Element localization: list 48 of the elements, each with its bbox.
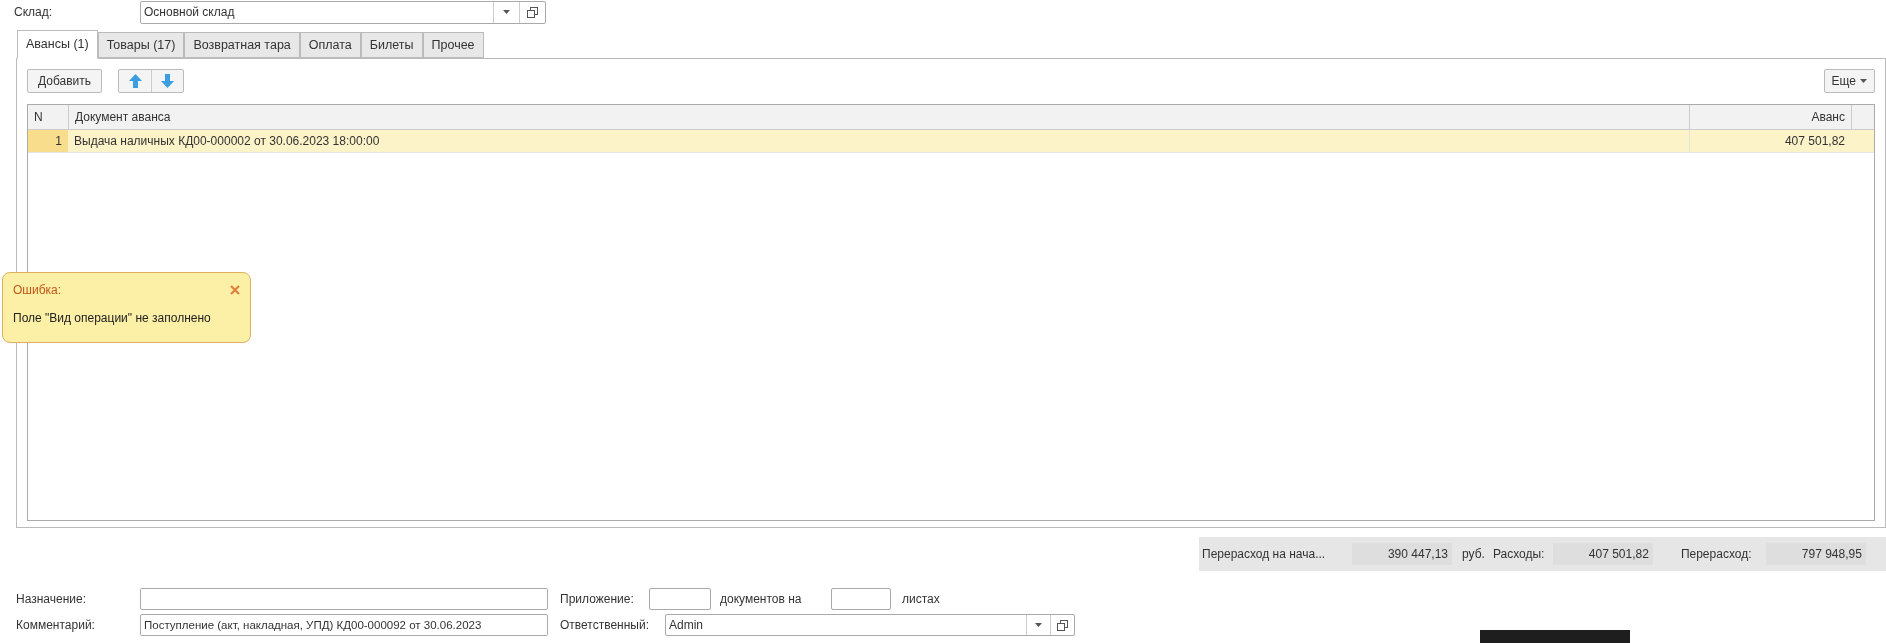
field-label: Склад: [14,4,54,21]
add-button[interactable]: Добавить [27,68,103,93]
field-label: листах [902,591,940,608]
close-icon[interactable] [230,285,240,295]
open-icon [527,6,538,18]
text-field[interactable] [831,588,891,610]
total-value: 407 501,82 [1552,543,1653,565]
table-cell-text: Выдача наличных КД00-000002 от 30.06.2023 18:00:00 [73,133,381,150]
table-cell: 407 501,82 [1689,130,1851,152]
tab[interactable]: Возвратная тара [184,32,300,58]
column-header: Документ аванса [68,105,1689,129]
column-header: N [33,109,44,126]
field-label: Назначение: [16,591,87,608]
error-message: Поле "Вид операции" не заполнено [13,310,212,327]
caret-icon [503,10,510,14]
open-icon [1057,619,1068,631]
column-header: Аванс [1689,105,1851,129]
responsible-dropdown[interactable]: Admin [665,614,1075,636]
total-value: 390 447,13 [1352,543,1452,565]
warehouse-dropdown[interactable]: Основной склад [140,0,546,24]
tab[interactable]: Авансы (1) [17,30,98,59]
currency-label: руб. [1462,546,1485,563]
text-field[interactable] [140,588,548,610]
field-label: Приложение: [560,591,635,608]
down-arrow-icon [161,73,175,88]
field-value: Основной склад [143,3,236,21]
tab[interactable]: Товары (17) [97,32,185,58]
total-label: Перерасход на нача... [1202,546,1327,563]
field-value: Admin [668,617,704,634]
field-label: документов на [720,591,803,608]
field-label: Комментарий: [16,617,96,634]
field-label: Ответственный: [560,617,651,634]
tab[interactable]: Оплата [299,32,361,58]
text-field[interactable] [649,588,711,610]
tab[interactable]: Прочее [422,32,484,58]
caret-icon [1860,78,1867,83]
caret-icon [1035,623,1042,627]
more-button[interactable]: Еще [1823,68,1875,93]
tab[interactable]: Билеты [360,32,423,58]
table-row[interactable]: 1 Выдача наличных КД00-000002 от 30.06.2023 18:00:00 407 501,82 [28,130,1874,153]
total-label: Перерасход: [1680,546,1753,563]
error-title: Ошибка: [13,282,62,299]
total-value: 797 948,95 [1765,543,1866,565]
up-arrow-icon [128,73,142,88]
total-label: Расходы: [1492,546,1546,563]
text-field[interactable]: Поступление (акт, накладная, УПД) КД00-000092 от 30.06.2023 [140,614,548,636]
table-cell: 1 [28,130,68,152]
move-buttons[interactable] [118,68,185,93]
